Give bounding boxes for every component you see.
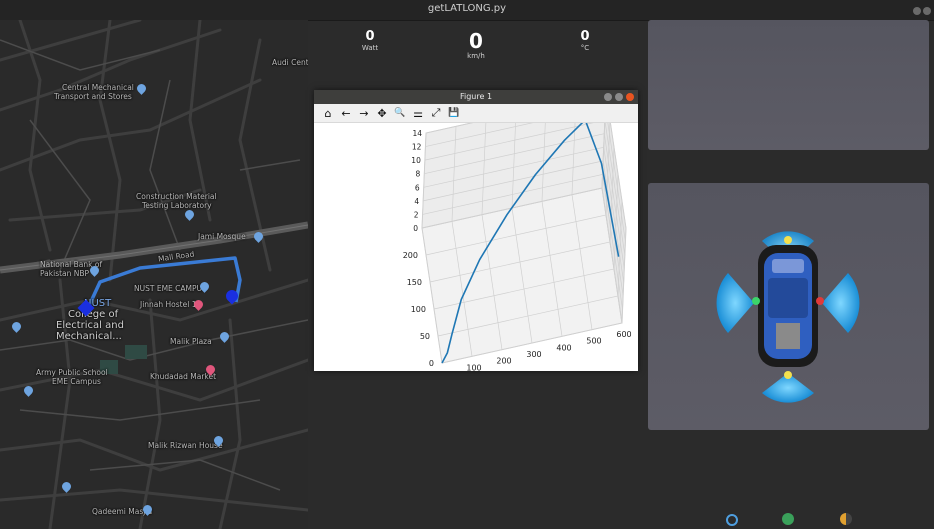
z-tick-label: 10 <box>411 156 421 165</box>
light-icon[interactable] <box>840 513 852 525</box>
z-tick-label: 0 <box>413 224 418 233</box>
status-ok-icon[interactable] <box>782 513 794 525</box>
z-tick-label: 12 <box>412 143 422 152</box>
figure-minimize-button[interactable] <box>604 93 612 101</box>
map-label: Central Mechanical <box>62 83 134 92</box>
map-label: Pakistan NBP <box>40 269 90 278</box>
power-value: 0 <box>365 29 375 44</box>
map-label: Testing Laboratory <box>142 201 212 210</box>
save-icon[interactable]: 💾 <box>448 108 460 118</box>
map-label: Jinnah Hostel 1 <box>140 300 197 309</box>
configure-subplots-icon[interactable]: ⚌ <box>412 107 424 120</box>
left-sensor-waves <box>716 273 754 333</box>
y-tick-label: 150 <box>407 278 422 287</box>
y-tick-label: 200 <box>403 251 418 260</box>
power-unit: Watt <box>361 44 379 52</box>
map-label: Army Public School <box>36 368 108 377</box>
map-label: NUST EME CAMPUS <box>134 284 207 293</box>
map-view[interactable]: Central Mechanical Transport and Stores … <box>0 20 308 529</box>
y-tick-label: 100 <box>411 305 426 314</box>
x-tick-label: 600 <box>616 330 631 339</box>
gps-icon[interactable] <box>726 514 738 526</box>
temperature-unit: °C <box>580 44 590 52</box>
map-label: Malik Plaza <box>170 337 212 346</box>
map-label: Transport and Stores <box>54 92 132 101</box>
speed-unit: km/h <box>467 52 485 60</box>
map-label: Jami Mosque <box>198 232 246 241</box>
back-icon[interactable]: ← <box>340 107 352 120</box>
edit-axis-icon[interactable]: ⤢ <box>430 106 442 120</box>
map-label: Construction Material <box>136 192 217 201</box>
z-tick-label: 8 <box>416 170 421 179</box>
temperature-value: 0 <box>580 29 590 44</box>
x-tick-label: 0 <box>441 370 446 371</box>
right-sensor-indicator <box>816 297 824 305</box>
z-tick-label: 2 <box>414 210 419 219</box>
y-tick-label: 50 <box>420 332 430 341</box>
map-label: Khudadad Market <box>150 372 217 381</box>
x-tick-label: 200 <box>496 357 511 366</box>
forward-icon[interactable]: → <box>358 107 370 120</box>
map-label: College of <box>68 309 119 320</box>
front-sensor-indicator <box>784 236 792 244</box>
x-tick-label: 500 <box>586 337 601 346</box>
pan-icon[interactable]: ✥ <box>376 107 388 120</box>
rear-sensor-indicator <box>784 371 792 379</box>
temperature-gauge: 0 °C <box>570 29 600 53</box>
map-label: EME Campus <box>52 377 101 386</box>
speed-value: 0 <box>469 29 483 53</box>
figure-title: Figure 1 <box>459 92 493 101</box>
x-tick-label: 100 <box>466 363 481 371</box>
power-gauge: 0 Watt <box>355 29 385 53</box>
z-tick-label: 14 <box>412 129 422 138</box>
y-tick-label: 0 <box>429 359 434 368</box>
window-minimize-button[interactable] <box>913 7 921 15</box>
map-label: Electrical and <box>56 320 124 331</box>
window-title-bar: getLATLONG.py <box>0 0 934 21</box>
map-label: Audi Centre <box>272 58 308 67</box>
zoom-icon[interactable]: 🔍 <box>394 108 406 118</box>
right-sensor-waves <box>822 273 860 333</box>
left-sensor-indicator <box>752 297 760 305</box>
figure-close-button[interactable] <box>626 93 634 101</box>
figure-window[interactable]: Figure 1 ⌂ ← → ✥ 🔍 ⚌ ⤢ 💾 010020030040050… <box>314 90 638 371</box>
map-label: Mechanical... <box>56 331 122 342</box>
figure-title-bar[interactable]: Figure 1 <box>314 90 638 104</box>
z-tick-label: 4 <box>414 197 419 206</box>
3d-line-plot[interactable]: 0 100 200 300 400 500 600 0 50 100 150 200 0 2 4 6 8 10 12… <box>314 123 638 371</box>
home-icon[interactable]: ⌂ <box>322 107 334 120</box>
camera-panel <box>648 20 929 150</box>
parking-sensor-panel <box>648 183 929 430</box>
car-sensor-view <box>716 231 860 403</box>
window-title: getLATLONG.py <box>427 3 507 14</box>
x-tick-label: 300 <box>526 350 541 359</box>
figure-toolbar: ⌂ ← → ✥ 🔍 ⚌ ⤢ 💾 <box>314 104 638 123</box>
car-top-view-icon <box>758 245 818 367</box>
speed-gauge: 0 km/h <box>460 30 492 60</box>
figure-maximize-button[interactable] <box>615 93 623 101</box>
map-label: Malik Rizwan House <box>148 441 223 450</box>
window-close-button[interactable] <box>923 7 931 15</box>
z-tick-label: 6 <box>415 183 420 192</box>
x-tick-label: 400 <box>556 343 571 352</box>
